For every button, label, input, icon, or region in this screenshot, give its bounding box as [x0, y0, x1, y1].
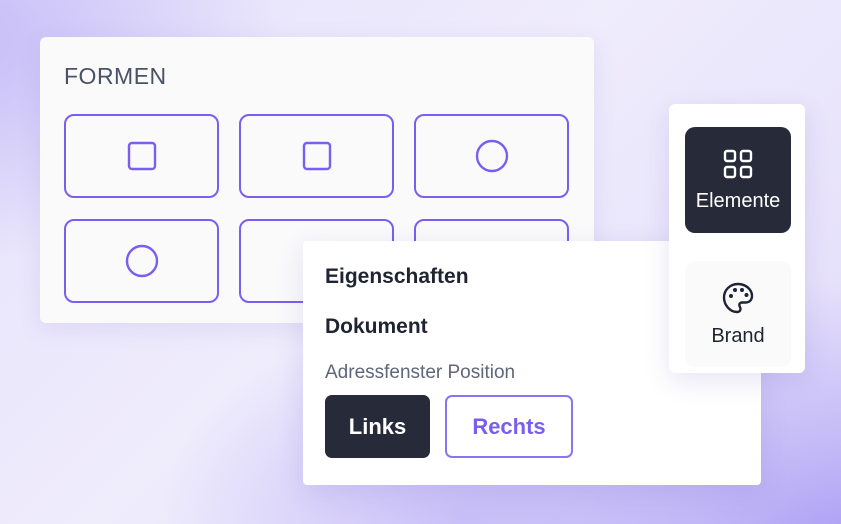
sidebar: Elemente Brand [669, 104, 805, 373]
position-left-button[interactable]: Links [325, 395, 430, 458]
circle-icon [475, 139, 508, 173]
circle-icon [125, 244, 158, 278]
palette-icon [722, 282, 754, 313]
shape-tile-square-1[interactable] [64, 114, 219, 198]
sidebar-item-label: Brand [711, 324, 765, 347]
shapes-panel-title: FORMEN [64, 63, 167, 89]
address-window-position-label: Adressfenster Position [325, 362, 516, 383]
grid-icon [723, 149, 753, 178]
sidebar-item-brand[interactable]: Brand [685, 261, 791, 367]
sidebar-item-elemente[interactable]: Elemente [685, 127, 791, 233]
position-right-button[interactable]: Rechts [445, 395, 573, 458]
shape-tile-circle-1[interactable] [414, 114, 569, 198]
sidebar-item-label: Elemente [695, 189, 781, 212]
square-icon [127, 141, 156, 171]
square-icon [302, 141, 331, 171]
document-section-title: Dokument [325, 315, 428, 338]
shape-tile-square-2[interactable] [239, 114, 394, 198]
shape-tile-circle-2[interactable] [64, 219, 219, 303]
properties-title: Eigenschaften [325, 265, 469, 288]
